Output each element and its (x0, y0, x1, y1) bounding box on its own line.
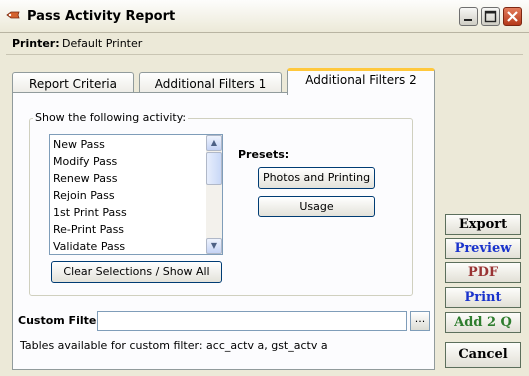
add-2-q-button[interactable]: Add 2 Q (445, 312, 521, 333)
key-icon (6, 11, 20, 19)
tables-available-note: Tables available for custom filter: acc_… (20, 339, 328, 352)
tab-additional-filters-1[interactable]: Additional Filters 1 (139, 72, 282, 94)
activity-group-title: Show the following activity: (33, 111, 189, 124)
minimize-button[interactable] (459, 7, 478, 26)
chevron-up-icon: ▲ (210, 138, 218, 147)
scroll-thumb[interactable] (206, 152, 222, 185)
maximize-button[interactable] (481, 7, 500, 26)
list-item[interactable]: Re-Print Pass (53, 221, 124, 238)
custom-filter-label: Custom Filter (18, 314, 102, 327)
list-item[interactable]: 1st Print Pass (53, 204, 127, 221)
print-button[interactable]: Print (445, 287, 521, 308)
tab-report-criteria[interactable]: Report Criteria (12, 72, 134, 94)
list-item[interactable]: Rejoin Pass (53, 187, 115, 204)
maximize-icon (484, 10, 497, 23)
custom-filter-browse-button[interactable]: ... (410, 311, 430, 331)
minimize-icon (464, 19, 472, 21)
export-button[interactable]: Export (445, 214, 521, 235)
pdf-button[interactable]: PDF (445, 262, 521, 283)
tab-additional-filters-2[interactable]: Additional Filters 2 (287, 68, 435, 95)
close-icon (507, 11, 518, 22)
list-item[interactable]: Validate Pass (53, 238, 125, 254)
list-item[interactable]: New Pass (53, 136, 105, 153)
clear-selections-button[interactable]: Clear Selections / Show All (51, 261, 222, 283)
custom-filter-input[interactable] (97, 311, 407, 331)
close-button[interactable] (503, 7, 522, 26)
activity-listbox[interactable]: New Pass Modify Pass Renew Pass Rejoin P… (49, 134, 223, 255)
window-title: Pass Activity Report (27, 9, 176, 24)
scroll-down-button[interactable]: ▼ (206, 238, 222, 254)
usage-button[interactable]: Usage (258, 196, 375, 217)
photos-and-printing-button[interactable]: Photos and Printing (258, 167, 375, 189)
list-item[interactable]: Renew Pass (53, 170, 118, 187)
printer-label: Printer: (12, 37, 60, 50)
preview-button[interactable]: Preview (445, 238, 521, 259)
chevron-down-icon: ▼ (210, 241, 218, 250)
presets-label: Presets: (238, 148, 290, 161)
printer-value: Default Printer (62, 37, 143, 50)
list-scrollbar[interactable]: ▲ ▼ (206, 135, 222, 254)
cancel-button[interactable]: Cancel (445, 342, 521, 368)
scroll-up-button[interactable]: ▲ (206, 135, 222, 151)
printer-bar: Printer: Default Printer (6, 34, 523, 55)
title-bar: Pass Activity Report (0, 0, 529, 33)
list-item[interactable]: Modify Pass (53, 153, 117, 170)
